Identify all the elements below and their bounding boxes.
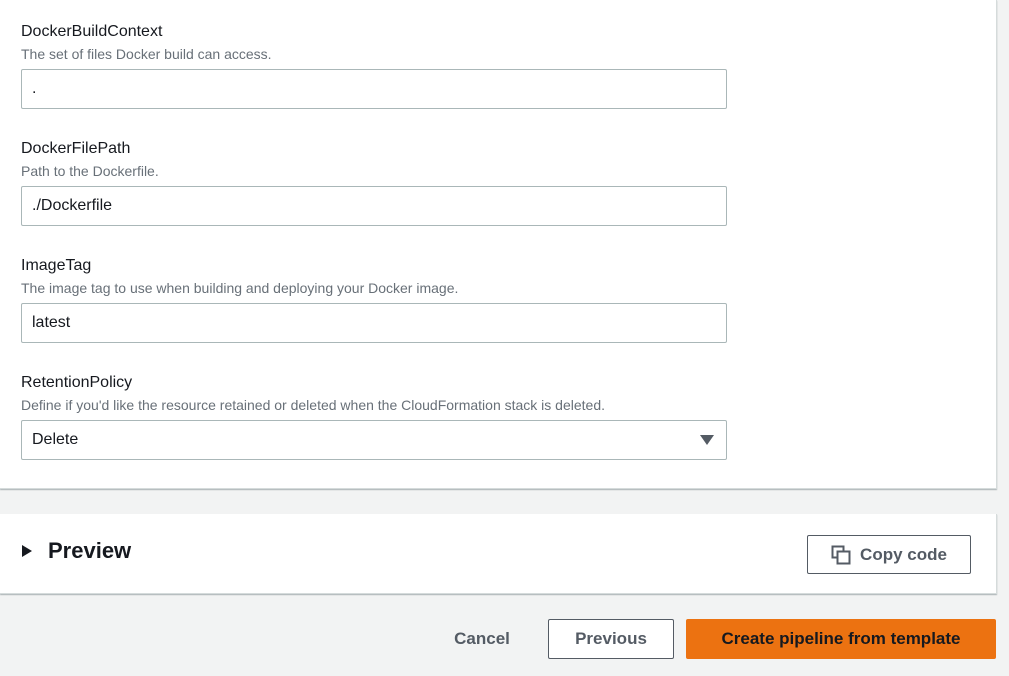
docker-file-path-input[interactable] [21, 186, 727, 226]
field-description: The set of files Docker build can access… [21, 46, 272, 62]
caret-down-icon [700, 435, 714, 445]
preview-expand-toggle[interactable]: Preview [22, 538, 131, 564]
preview-panel: Preview Copy code [0, 514, 997, 594]
docker-build-context-input[interactable] [21, 69, 727, 109]
image-tag-input[interactable] [21, 303, 727, 343]
parameters-form-panel: DockerBuildContext The set of files Dock… [0, 0, 997, 489]
preview-title: Preview [48, 538, 132, 563]
copy-code-button[interactable]: Copy code [807, 535, 971, 574]
field-description: Define if you'd like the resource retain… [21, 397, 606, 413]
field-docker-file-path: DockerFilePath Path to the Dockerfile. [21, 139, 727, 226]
caret-right-icon [22, 545, 32, 557]
field-docker-build-context: DockerBuildContext The set of files Dock… [21, 22, 727, 109]
cancel-button[interactable]: Cancel [437, 619, 527, 659]
copy-code-label: Copy code [860, 544, 947, 564]
copy-icon [831, 545, 851, 565]
field-label: RetentionPolicy [21, 374, 133, 391]
field-label: DockerFilePath [21, 140, 131, 157]
select-value: Delete [32, 431, 79, 448]
previous-button[interactable]: Previous [548, 619, 674, 659]
field-label: DockerBuildContext [21, 23, 163, 40]
field-description: The image tag to use when building and d… [21, 280, 459, 296]
field-label: ImageTag [21, 257, 92, 274]
field-image-tag: ImageTag The image tag to use when build… [21, 256, 727, 343]
retention-policy-select[interactable]: Delete [21, 420, 727, 460]
create-pipeline-button[interactable]: Create pipeline from template [686, 619, 996, 659]
field-retention-policy: RetentionPolicy Define if you'd like the… [21, 373, 727, 460]
field-description: Path to the Dockerfile. [21, 163, 159, 179]
